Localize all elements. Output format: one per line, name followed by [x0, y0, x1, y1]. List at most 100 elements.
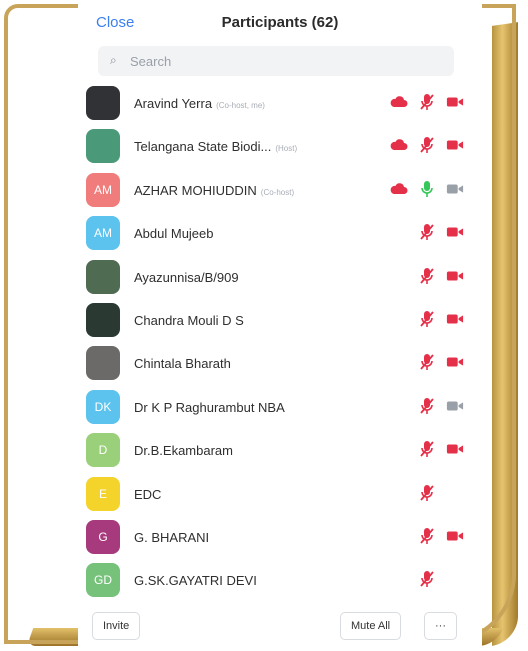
- footer: Invite Mute All ···: [78, 604, 482, 648]
- list-item[interactable]: Chandra Mouli D S: [78, 299, 482, 341]
- participant-name: G.SK.GAYATRI DEVI: [134, 573, 257, 588]
- mic-muted-icon[interactable]: [418, 397, 436, 415]
- participant-name: EDC: [134, 487, 161, 502]
- cloud-icon: [390, 93, 408, 111]
- video-off-icon[interactable]: [446, 93, 464, 111]
- participant-status-icons: [418, 439, 464, 459]
- participant-name-text: Dr.B.Ekambaram: [134, 443, 233, 459]
- mic-muted-icon[interactable]: [418, 353, 436, 371]
- video-placeholder: [446, 484, 464, 502]
- participant-name: Ayazunnisa/B/909: [134, 270, 239, 285]
- participant-status-icons: [418, 309, 464, 329]
- search-input[interactable]: ⌕ Search: [98, 46, 454, 76]
- participant-name-text: G. BHARANI: [134, 530, 210, 545]
- participant-name: Dr.B.Ekambaram: [134, 443, 233, 458]
- participant-name: Telangana State Biodi... (Host): [134, 139, 297, 154]
- more-button[interactable]: ···: [424, 612, 457, 640]
- participant-status-icons: [390, 135, 464, 155]
- avatar: [86, 346, 120, 381]
- list-item[interactable]: GD G.SK.GAYATRI DEVI: [78, 559, 482, 601]
- list-item[interactable]: E EDC: [78, 473, 482, 515]
- participant-status-icons: [390, 92, 464, 112]
- video-off-icon[interactable]: [446, 136, 464, 154]
- avatar: E: [86, 476, 120, 511]
- participant-status-icons: [418, 526, 464, 546]
- participant-name-text: EDC: [134, 486, 162, 502]
- mic-muted-icon[interactable]: [418, 93, 436, 111]
- search-icon: ⌕: [110, 53, 117, 67]
- mic-muted-icon[interactable]: [418, 440, 436, 458]
- participant-status-icons: [418, 483, 464, 503]
- participant-role: (Co-host): [260, 187, 295, 197]
- avatar: GD: [86, 563, 120, 598]
- mic-muted-icon[interactable]: [418, 136, 436, 154]
- mic-muted-icon[interactable]: [418, 267, 436, 285]
- list-item[interactable]: D Dr.B.Ekambaram: [78, 429, 482, 471]
- participant-role: (Host): [275, 144, 298, 154]
- participant-name-text: Dr K P Raghurambut NBA: [134, 399, 285, 415]
- list-item[interactable]: Chintala Bharath: [78, 342, 482, 384]
- participant-name-text: Chandra Mouli D S: [134, 313, 244, 328]
- avatar: [86, 86, 120, 120]
- participant-name-text: Telangana State Biodi...: [134, 139, 272, 155]
- participant-name-text: Abdul Mujeeb: [134, 226, 214, 242]
- mute-all-button[interactable]: Mute All: [340, 612, 402, 640]
- avatar: [86, 129, 120, 164]
- avatar: D: [86, 433, 120, 468]
- participant-name: Aravind Yerra (Co-host, me): [134, 96, 265, 111]
- list-item[interactable]: AM Abdul Mujeeb: [78, 212, 482, 254]
- participant-status-icons: [418, 352, 464, 372]
- header: Close Participants (62): [78, 8, 482, 36]
- mic-icon[interactable]: [418, 180, 436, 198]
- participant-name: Chandra Mouli D S: [134, 313, 244, 328]
- participant-name-text: G.SK.GAYATRI DEVI: [134, 573, 257, 589]
- participant-name: Chintala Bharath: [134, 356, 231, 371]
- participant-name-text: AZHAR MOHIUDDIN: [134, 182, 257, 198]
- participant-status-icons: [390, 179, 464, 199]
- video-icon[interactable]: [446, 397, 464, 415]
- participant-name-text: Ayazunnisa/B/909: [134, 269, 239, 285]
- mic-muted-icon[interactable]: [418, 484, 436, 502]
- avatar: DK: [86, 389, 120, 424]
- cloud-icon: [390, 136, 408, 154]
- list-item[interactable]: Telangana State Biodi... (Host): [78, 125, 482, 167]
- video-off-icon[interactable]: [446, 267, 464, 285]
- participant-status-icons: [418, 266, 464, 286]
- search-placeholder: Search: [130, 54, 172, 69]
- video-off-icon[interactable]: [446, 440, 464, 458]
- avatar: G: [86, 520, 120, 554]
- list-item[interactable]: G G. BHARANI: [78, 516, 482, 558]
- cloud-icon: [390, 180, 408, 198]
- avatar: [86, 303, 120, 337]
- list-item[interactable]: Aravind Yerra (Co-host, me): [78, 82, 482, 124]
- mic-muted-icon[interactable]: [418, 527, 436, 545]
- avatar: AM: [86, 172, 120, 207]
- participant-name-text: Chintala Bharath: [134, 356, 231, 372]
- participants-panel: Close Participants (62) ⌕ Search Aravind…: [78, 0, 482, 651]
- video-off-icon[interactable]: [446, 353, 464, 371]
- list-item[interactable]: DK Dr K P Raghurambut NBA: [78, 386, 482, 428]
- avatar: [86, 259, 120, 294]
- list-item[interactable]: AM AZHAR MOHIUDDIN (Co-host): [78, 169, 482, 211]
- video-off-icon[interactable]: [446, 223, 464, 241]
- participant-status-icons: [418, 569, 464, 589]
- participant-role: (Co-host, me): [216, 101, 265, 110]
- invite-button[interactable]: Invite: [92, 612, 141, 640]
- participant-name: Abdul Mujeeb: [134, 226, 214, 241]
- participant-name: G. BHARANI: [134, 530, 209, 545]
- video-icon[interactable]: [446, 180, 464, 198]
- page-title: Participants (62): [221, 14, 339, 31]
- list-item[interactable]: Ayazunnisa/B/909: [78, 256, 482, 298]
- video-off-icon[interactable]: [446, 527, 464, 545]
- participant-name: Dr K P Raghurambut NBA: [134, 400, 285, 415]
- mic-muted-icon[interactable]: [418, 223, 436, 241]
- mic-muted-icon[interactable]: [418, 570, 436, 588]
- participant-name: AZHAR MOHIUDDIN (Co-host): [134, 183, 294, 198]
- video-off-icon[interactable]: [446, 310, 464, 328]
- participant-status-icons: [418, 222, 464, 242]
- mic-muted-icon[interactable]: [418, 310, 436, 328]
- participant-status-icons: [418, 396, 464, 416]
- participant-name-text: Aravind Yerra: [134, 96, 213, 111]
- avatar: AM: [86, 216, 120, 251]
- video-placeholder: [446, 570, 464, 588]
